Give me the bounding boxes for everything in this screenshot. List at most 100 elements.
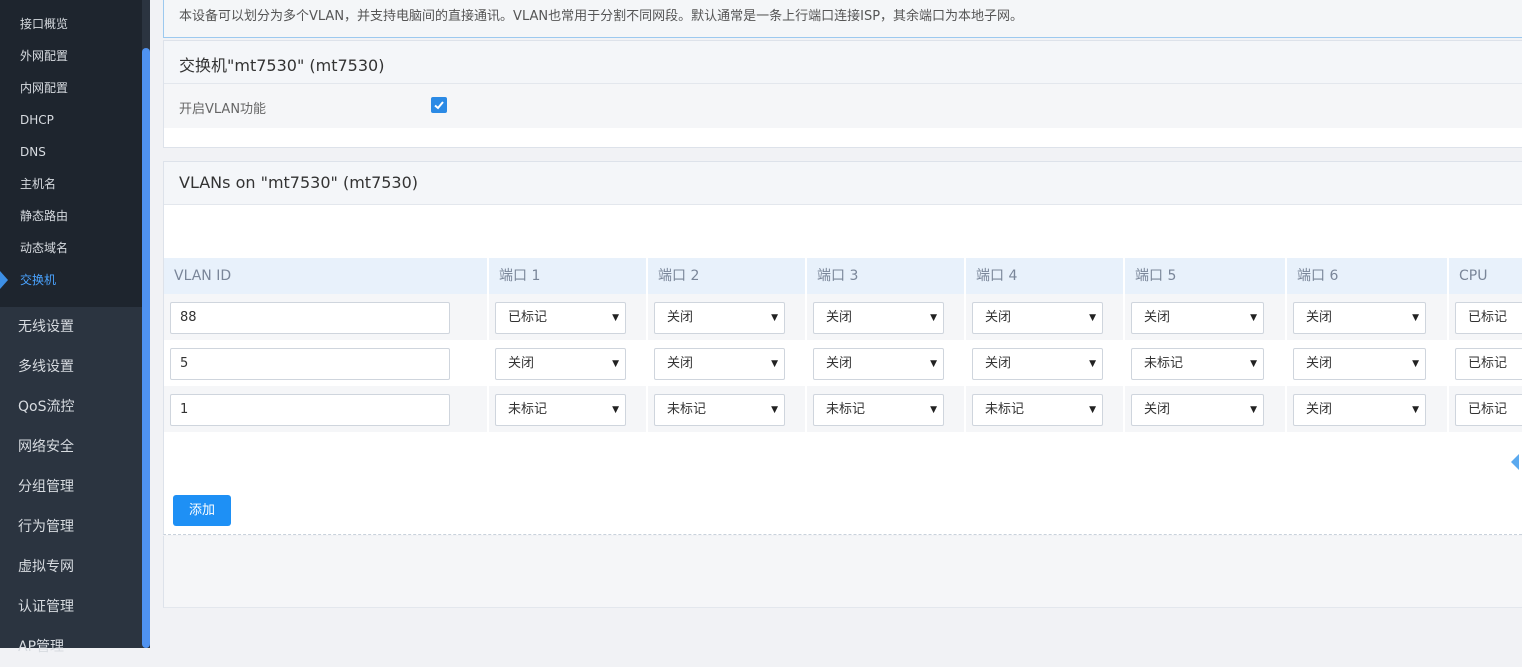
port-select[interactable]: 关闭 ▼	[1293, 348, 1426, 380]
sidebar: 接口概览 外网配置 内网配置 DHCP DNS 主机名 静态路由 动态域名 交换…	[0, 0, 142, 655]
scroll-left-icon[interactable]	[1511, 454, 1519, 470]
sidebar-item-lan[interactable]: 内网配置	[20, 72, 68, 104]
port-select[interactable]: 未标记 ▼	[972, 394, 1103, 426]
sidebar-item-auth[interactable]: 认证管理	[18, 587, 74, 627]
sidebar-item-qos[interactable]: QoS流控	[18, 387, 74, 427]
sidebar-item-switch[interactable]: 交换机	[20, 264, 56, 296]
port-select[interactable]: 未标记 ▼	[1131, 348, 1264, 380]
sidebar-item-vpn[interactable]: 虚拟专网	[18, 547, 74, 587]
table-row: 1 未标记 ▼ 未标记 ▼ 未标记 ▼ 未标记 ▼ 关闭 ▼ 关闭 ▼ 已标记	[164, 386, 1522, 432]
port-select[interactable]: 关闭 ▼	[972, 302, 1103, 334]
add-vlan-button[interactable]: 添加	[173, 495, 231, 526]
column-header-cpu: CPU	[1449, 258, 1522, 294]
cpu-select-value: 已标记	[1468, 310, 1508, 325]
dropdown-arrow-icon: ▼	[1250, 359, 1257, 369]
sidebar-item-wireless[interactable]: 无线设置	[18, 307, 74, 347]
info-text: 本设备可以划分为多个VLAN，并支持电脑间的直接通讯。VLAN也常用于分割不同网…	[179, 9, 1024, 24]
port-select-value: 未标记	[826, 402, 866, 417]
dropdown-arrow-icon: ▼	[1412, 405, 1419, 415]
port-select-value: 关闭	[985, 310, 1012, 325]
column-header-port-6: 端口 6	[1287, 258, 1447, 294]
port-select[interactable]: 关闭 ▼	[654, 302, 785, 334]
port-select[interactable]: 关闭 ▼	[1131, 394, 1264, 426]
sidebar-item-hostname[interactable]: 主机名	[20, 168, 56, 200]
sidebar-item-security[interactable]: 网络安全	[18, 427, 74, 467]
dropdown-arrow-icon: ▼	[1412, 313, 1419, 323]
sidebar-item-interface-overview[interactable]: 接口概览	[20, 8, 68, 40]
check-icon	[434, 101, 444, 110]
sidebar-item-ap[interactable]: AP管理	[18, 627, 64, 667]
cpu-select[interactable]: 已标记	[1455, 302, 1522, 334]
port-select[interactable]: 未标记 ▼	[813, 394, 944, 426]
cpu-select-value: 已标记	[1468, 356, 1508, 371]
vlan-enable-label: 开启VLAN功能	[179, 102, 267, 117]
sidebar-item-groups[interactable]: 分组管理	[18, 467, 74, 507]
port-select-value: 未标记	[985, 402, 1025, 417]
port-select-value: 未标记	[508, 402, 548, 417]
dropdown-arrow-icon: ▼	[771, 313, 778, 323]
dropdown-arrow-icon: ▼	[1089, 313, 1096, 323]
active-indicator-icon	[0, 271, 8, 289]
dropdown-arrow-icon: ▼	[612, 359, 619, 369]
cpu-select[interactable]: 已标记	[1455, 348, 1522, 380]
dropdown-arrow-icon: ▼	[930, 405, 937, 415]
vlans-panel-header: VLANs on "mt7530" (mt7530)	[164, 162, 1522, 205]
sidebar-item-wan[interactable]: 外网配置	[20, 40, 68, 72]
switch-panel-header: 交换机"mt7530" (mt7530)	[164, 41, 1522, 84]
dropdown-arrow-icon: ▼	[1250, 405, 1257, 415]
port-select[interactable]: 未标记 ▼	[654, 394, 785, 426]
sidebar-item-multiwan[interactable]: 多线设置	[18, 347, 74, 387]
column-header-vlan-id: VLAN ID	[164, 258, 487, 294]
port-select[interactable]: 未标记 ▼	[495, 394, 626, 426]
info-banner: 本设备可以划分为多个VLAN，并支持电脑间的直接通讯。VLAN也常用于分割不同网…	[163, 0, 1522, 38]
vlan-enable-checkbox[interactable]	[431, 97, 447, 113]
sidebar-submenu: 接口概览 外网配置 内网配置 DHCP DNS 主机名 静态路由 动态域名 交换…	[0, 0, 142, 307]
sidebar-item-ddns[interactable]: 动态域名	[20, 232, 68, 264]
port-select[interactable]: 关闭 ▼	[813, 348, 944, 380]
port-select[interactable]: 已标记 ▼	[495, 302, 626, 334]
port-select-value: 关闭	[826, 356, 853, 371]
cpu-select[interactable]: 已标记	[1455, 394, 1522, 426]
table-header: VLAN ID 端口 1 端口 2 端口 3 端口 4 端口 5 端口 6 CP…	[164, 258, 1522, 294]
port-select[interactable]: 关闭 ▼	[813, 302, 944, 334]
column-header-port-1: 端口 1	[489, 258, 646, 294]
column-header-port-5: 端口 5	[1125, 258, 1285, 294]
sidebar-scrollbar[interactable]	[142, 0, 150, 648]
port-select[interactable]: 关闭 ▼	[1293, 302, 1426, 334]
port-select-value: 关闭	[1306, 310, 1333, 325]
port-select-value: 关闭	[508, 356, 535, 371]
port-select-value: 关闭	[1144, 310, 1171, 325]
dropdown-arrow-icon: ▼	[1250, 313, 1257, 323]
sidebar-item-dhcp[interactable]: DHCP	[20, 104, 54, 136]
dropdown-arrow-icon: ▼	[612, 405, 619, 415]
column-header-port-4: 端口 4	[966, 258, 1123, 294]
port-select[interactable]: 关闭 ▼	[972, 348, 1103, 380]
vlan-id-input[interactable]: 5	[170, 348, 450, 380]
column-header-port-2: 端口 2	[648, 258, 805, 294]
sidebar-item-behavior[interactable]: 行为管理	[18, 507, 74, 547]
port-select-value: 关闭	[1306, 356, 1333, 371]
dropdown-arrow-icon: ▼	[771, 359, 778, 369]
port-select[interactable]: 关闭 ▼	[1293, 394, 1426, 426]
port-select-value: 未标记	[1144, 356, 1184, 371]
table-row: 5 关闭 ▼ 关闭 ▼ 关闭 ▼ 关闭 ▼ 未标记 ▼ 关闭 ▼ 已标记	[164, 340, 1522, 386]
port-select-value: 已标记	[508, 310, 548, 325]
port-select-value: 关闭	[1306, 402, 1333, 417]
sidebar-item-static-route[interactable]: 静态路由	[20, 200, 68, 232]
dropdown-arrow-icon: ▼	[1089, 359, 1096, 369]
vlan-id-input[interactable]: 1	[170, 394, 450, 426]
table-row: 88 已标记 ▼ 关闭 ▼ 关闭 ▼ 关闭 ▼ 关闭 ▼ 关闭 ▼ 已标记	[164, 294, 1522, 340]
vlan-id-input[interactable]: 88	[170, 302, 450, 334]
column-header-port-3: 端口 3	[807, 258, 964, 294]
port-select[interactable]: 关闭 ▼	[654, 348, 785, 380]
port-select-value: 关闭	[667, 310, 694, 325]
scrollbar-thumb[interactable]	[142, 48, 150, 648]
port-select[interactable]: 关闭 ▼	[495, 348, 626, 380]
dropdown-arrow-icon: ▼	[771, 405, 778, 415]
port-select[interactable]: 关闭 ▼	[1131, 302, 1264, 334]
sidebar-item-dns[interactable]: DNS	[20, 136, 46, 168]
dropdown-arrow-icon: ▼	[930, 313, 937, 323]
dropdown-arrow-icon: ▼	[612, 313, 619, 323]
port-select-value: 关闭	[826, 310, 853, 325]
bottom-area	[163, 536, 1522, 608]
